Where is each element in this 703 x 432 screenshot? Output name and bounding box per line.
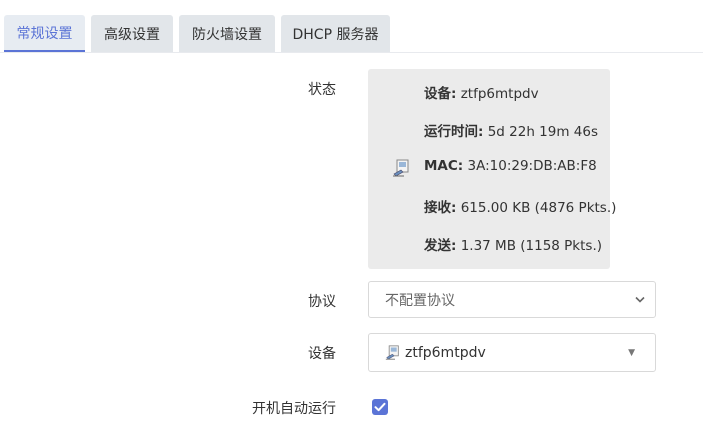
- status-label: 状态: [308, 82, 336, 98]
- tab-dhcp-server[interactable]: DHCP 服务器: [281, 15, 390, 53]
- status-rx-value: 615.00 KB (4876 Pkts.): [460, 200, 617, 216]
- status-tx: 发送: 1.37 MB (1158 Pkts.): [424, 234, 602, 254]
- autostart-label: 开机自动运行: [252, 401, 336, 417]
- network-adapter-icon: [385, 345, 399, 360]
- protocol-label: 协议: [308, 294, 336, 310]
- status-device-key: 设备:: [424, 86, 457, 102]
- status-panel: 设备: ztfp6mtpdv 运行时间: 5d 22h 19m 46s MAC:…: [368, 69, 616, 269]
- status-mac-value: 3A:10:29:DB:AB:F8: [467, 158, 597, 174]
- status-device-value: ztfp6mtpdv: [460, 86, 539, 102]
- protocol-select-value: 不配置协议: [385, 292, 455, 309]
- status-tx-key: 发送:: [424, 238, 457, 254]
- device-select-value: ztfp6mtpdv: [405, 344, 486, 361]
- checkmark-icon: [374, 402, 386, 412]
- status-rx: 接收: 615.00 KB (4876 Pkts.): [424, 196, 616, 216]
- status-uptime: 运行时间: 5d 22h 19m 46s: [424, 120, 598, 140]
- status-device: 设备: ztfp6mtpdv: [424, 82, 539, 102]
- protocol-select[interactable]: 不配置协议: [368, 281, 656, 318]
- device-label: 设备: [308, 346, 336, 362]
- tab-advanced-settings[interactable]: 高级设置: [91, 15, 173, 53]
- status-rx-key: 接收:: [424, 200, 457, 216]
- network-adapter-icon: [393, 159, 409, 177]
- status-uptime-value: 5d 22h 19m 46s: [487, 124, 599, 140]
- chevron-down-icon: [635, 296, 645, 303]
- tab-general-settings[interactable]: 常规设置: [4, 15, 85, 53]
- status-mac: MAC: 3A:10:29:DB:AB:F8: [424, 158, 597, 174]
- tab-divider: [0, 52, 703, 53]
- tab-firewall-settings[interactable]: 防火墙设置: [179, 15, 275, 53]
- device-select[interactable]: ztfp6mtpdv ▼: [368, 333, 656, 372]
- tab-bar: 常规设置 高级设置 防火墙设置 DHCP 服务器: [0, 0, 703, 53]
- status-uptime-key: 运行时间:: [424, 124, 484, 140]
- caret-down-icon: ▼: [628, 347, 635, 358]
- status-tx-value: 1.37 MB (1158 Pkts.): [460, 238, 603, 254]
- status-mac-key: MAC:: [424, 158, 464, 174]
- autostart-checkbox[interactable]: [372, 399, 388, 415]
